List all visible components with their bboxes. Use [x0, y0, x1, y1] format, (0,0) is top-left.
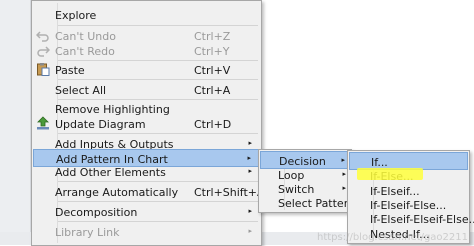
submenu-arrow-icon: ▸ [248, 227, 252, 235]
submenu-arrow-icon: ▸ [248, 207, 252, 215]
shortcut-label: Ctrl+D [194, 118, 232, 131]
submenu-arrow-icon: ▸ [247, 154, 251, 162]
menu-separator [58, 221, 258, 222]
menu-item-update-diagram[interactable]: Update Diagram Ctrl+D [33, 115, 260, 133]
menu-item-label: Select All [55, 84, 107, 97]
shortcut-label: Ctrl+Shift+A [194, 186, 265, 199]
menu-item-label: Can't Redo [55, 45, 115, 58]
redo-icon [37, 46, 50, 57]
watermark: https://blog.csdn.net/gao2211 [316, 232, 468, 243]
menu-item-paste[interactable]: Paste Ctrl+V [33, 61, 260, 79]
submenu-arrow-icon: ▸ [248, 139, 252, 147]
submenu-arrow-icon: ▸ [341, 156, 345, 164]
submenu-arrow-icon: ▸ [342, 184, 346, 192]
pattern-submenu: Decision ▸ Loop ▸ Switch ▸ Select Patter… [258, 149, 355, 213]
shortcut-label: Ctrl+Y [194, 45, 230, 58]
menu-item-redo[interactable]: Can't Redo Ctrl+Y [33, 42, 260, 60]
menu-item-label: Paste [55, 64, 85, 77]
menu-item-add-other-elements[interactable]: Add Other Elements ▸ [33, 163, 260, 181]
paste-icon [37, 63, 50, 76]
menu-separator [58, 181, 258, 182]
shortcut-label: Ctrl+V [194, 64, 231, 77]
shortcut-label: Ctrl+A [194, 84, 231, 97]
menu-separator [58, 201, 258, 202]
menu-item-arrange-automatically[interactable]: Arrange Automatically Ctrl+Shift+A [33, 183, 265, 201]
menu-item-label: Select Pattern [278, 197, 356, 210]
menu-item-label: Add Other Elements [55, 166, 166, 179]
submenu-arrow-icon: ▸ [248, 167, 252, 175]
submenu-item-select-pattern[interactable]: Select Pattern [260, 194, 355, 212]
menu-item-select-all[interactable]: Select All Ctrl+A [33, 81, 260, 99]
submenu-arrow-icon: ▸ [342, 170, 346, 178]
menu-item-label: Library Link [55, 226, 120, 239]
menu-item-label: Update Diagram [55, 118, 146, 131]
menu-separator [58, 25, 258, 26]
menu-item-label: Arrange Automatically [55, 186, 179, 199]
context-menu: Explore Can't Undo Ctrl+Z Can't Redo Ctr… [31, 0, 265, 246]
menu-item-label: Explore [55, 9, 97, 22]
decision-submenu: If... If-Else... If-Elseif... If-Elseif-… [347, 150, 474, 244]
menu-item-explore[interactable]: Explore [33, 6, 260, 24]
menu-item-label: Decomposition [55, 206, 138, 219]
undo-icon [36, 31, 49, 42]
update-diagram-icon [37, 116, 49, 130]
menu-separator [58, 79, 258, 80]
menu-item-decomposition[interactable]: Decomposition ▸ [33, 203, 260, 221]
menu-separator [58, 133, 258, 134]
background-panel [0, 0, 31, 245]
highlight-annotation [357, 168, 423, 180]
menu-item-library-link[interactable]: Library Link ▸ [33, 223, 260, 241]
